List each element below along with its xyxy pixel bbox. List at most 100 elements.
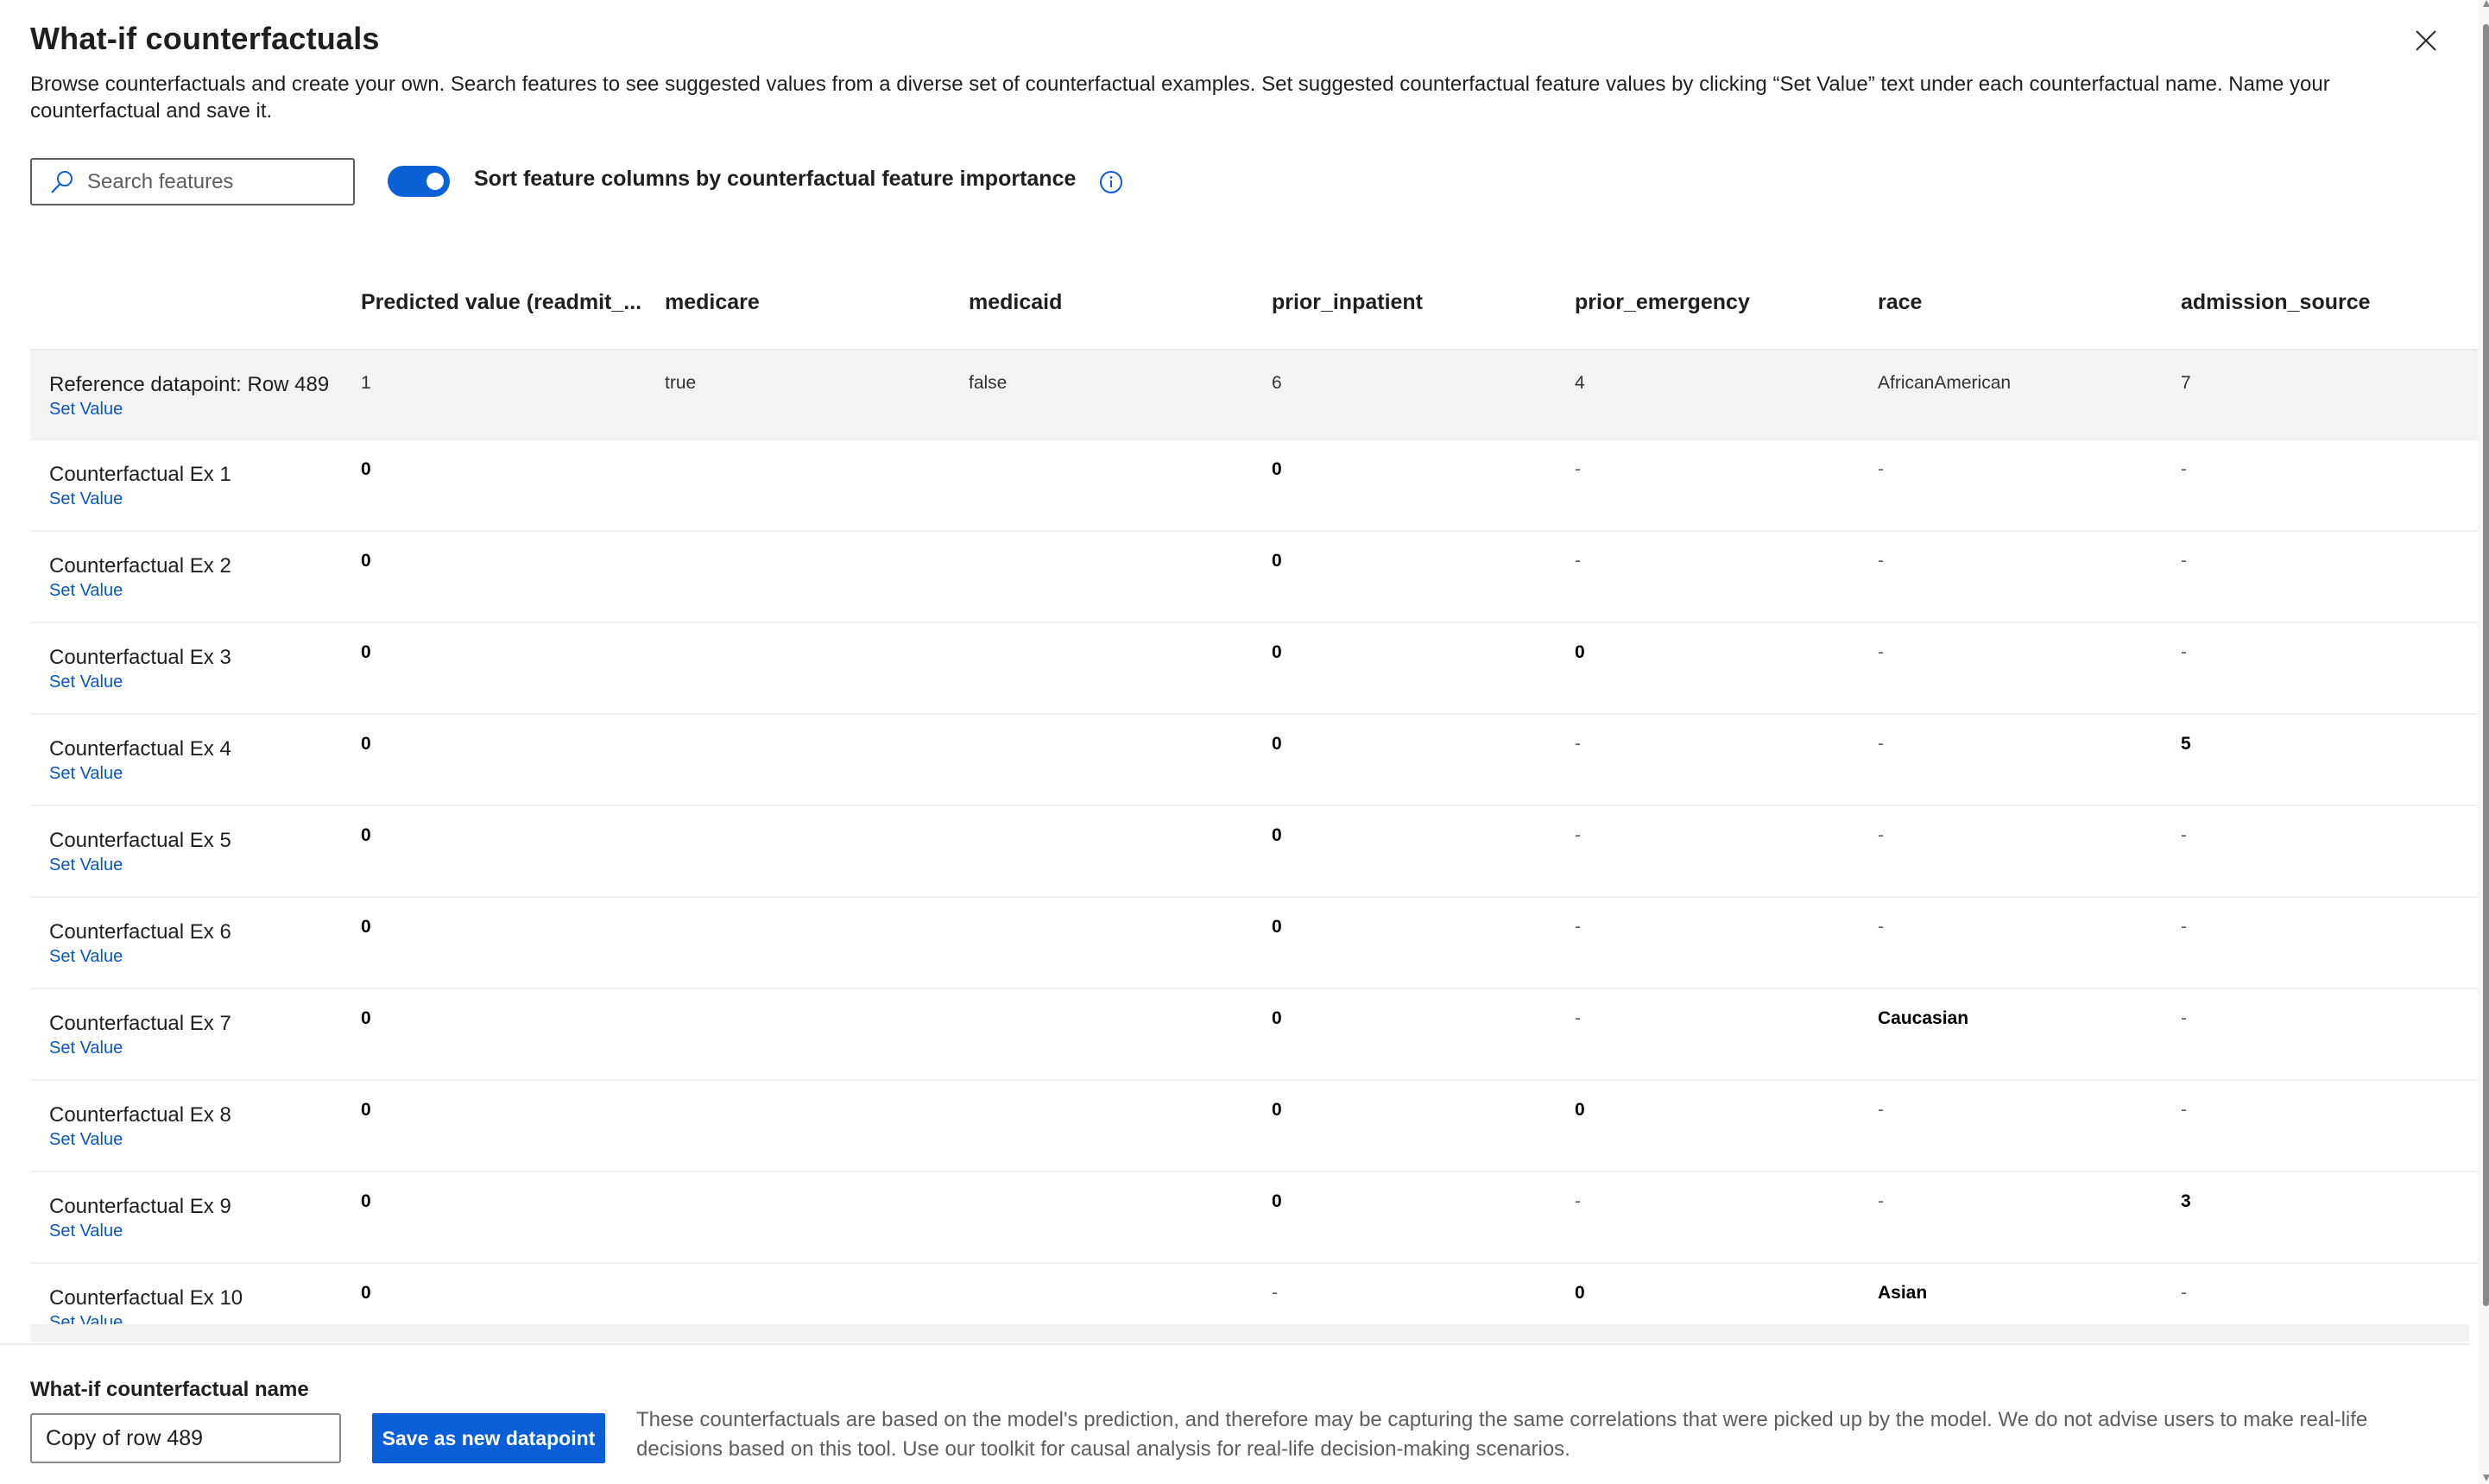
table-cell: 0: [1272, 734, 1282, 754]
sort-by-importance-toggle[interactable]: [388, 166, 450, 197]
counterfactual-row: Counterfactual Ex 8 Set Value 0 0 0 - -: [30, 1079, 2478, 1171]
table-cell: 7: [2181, 373, 2191, 393]
table-cell: 6: [1272, 373, 1282, 393]
set-value-link[interactable]: Set Value: [49, 947, 123, 967]
column-header[interactable]: Predicted value (readmit_...: [361, 290, 641, 315]
table-cell: 0: [361, 1008, 371, 1028]
table-cell: 0: [361, 825, 371, 845]
table-cell: 0: [361, 1283, 371, 1303]
column-header[interactable]: medicare: [665, 290, 760, 315]
row-name: Reference datapoint: Row 489: [49, 373, 330, 396]
set-value-link[interactable]: Set Value: [49, 489, 123, 509]
row-name: Counterfactual Ex 8: [49, 1103, 231, 1127]
reference-row: Reference datapoint: Row 489 Set Value 1 tr…: [30, 349, 2478, 439]
set-value-link[interactable]: Set Value: [49, 1039, 123, 1058]
table-body: Reference datapoint: Row 489 Set Value 1 tr…: [30, 349, 2478, 1354]
table-cell: 0: [361, 642, 371, 662]
table-cell: -: [1878, 825, 1884, 845]
table-cell: 0: [1272, 1191, 1282, 1211]
table-cell: 0: [1272, 1100, 1282, 1120]
column-header[interactable]: race: [1878, 290, 1922, 315]
set-value-link[interactable]: Set Value: [49, 673, 123, 692]
table-cell: 0: [1575, 1100, 1585, 1120]
table-cell: 5: [2181, 734, 2191, 754]
row-name: Counterfactual Ex 9: [49, 1195, 231, 1218]
counterfactual-row: Counterfactual Ex 5 Set Value 0 0 - - -: [30, 805, 2478, 896]
table-cell: -: [1575, 1191, 1581, 1211]
search-icon: [51, 170, 73, 193]
table-cell: 0: [361, 917, 371, 937]
table-cell: -: [1575, 734, 1581, 754]
column-header[interactable]: medicaid: [969, 290, 1062, 315]
counterfactual-row: Counterfactual Ex 3 Set Value 0 0 0 - -: [30, 622, 2478, 713]
search-features-input[interactable]: [85, 168, 348, 195]
sort-toggle-label: Sort feature columns by counterfactual f…: [474, 167, 1077, 191]
table-cell: -: [1878, 917, 1884, 937]
table-cell: -: [1878, 734, 1884, 754]
set-value-link[interactable]: Set Value: [49, 581, 123, 601]
column-header[interactable]: prior_inpatient: [1272, 290, 1423, 315]
row-name: Counterfactual Ex 3: [49, 646, 231, 669]
counterfactual-row: Counterfactual Ex 9 Set Value 0 0 - - 3: [30, 1171, 2478, 1262]
table-cell: -: [1878, 551, 1884, 571]
info-icon[interactable]: [1099, 170, 1123, 194]
table-cell: 0: [361, 1100, 371, 1120]
disclaimer-text: These counterfactuals are based on the m…: [636, 1408, 2368, 1461]
set-value-link[interactable]: Set Value: [49, 764, 123, 784]
scrollbar-thumb[interactable]: [2483, 24, 2489, 1306]
set-value-link[interactable]: Set Value: [49, 1130, 123, 1150]
table-cell: AfricanAmerican: [1878, 373, 2012, 393]
table-cell: -: [2181, 917, 2187, 937]
row-name: Counterfactual Ex 1: [49, 463, 231, 486]
scroll-up-arrow-icon[interactable]: [2483, 0, 2489, 7]
row-name: Counterfactual Ex 2: [49, 554, 231, 578]
what-if-counterfactuals-panel: What-if counterfactuals Browse counterfa…: [0, 0, 2478, 1484]
counterfactual-row: Counterfactual Ex 6 Set Value 0 0 - - -: [30, 896, 2478, 988]
counterfactual-row: Counterfactual Ex 1 Set Value 0 0 - - -: [30, 439, 2478, 530]
table-cell: false: [969, 373, 1008, 393]
table-cell: -: [1575, 825, 1581, 845]
counterfactual-row: Counterfactual Ex 2 Set Value 0 0 - - -: [30, 530, 2478, 622]
table-cell: 4: [1575, 373, 1585, 393]
table-cell: 0: [361, 551, 371, 571]
table-header: Predicted value (readmit_... medicare medi…: [30, 269, 2478, 349]
set-value-link[interactable]: Set Value: [49, 1222, 123, 1241]
table-cell: -: [2181, 1283, 2187, 1303]
counterfactuals-table: Predicted value (readmit_... medicare medi…: [30, 269, 2478, 1354]
panel-title: What-if counterfactuals: [30, 21, 380, 56]
set-value-link[interactable]: Set Value: [49, 400, 123, 420]
table-horizontal-scroll-area[interactable]: [30, 1324, 2469, 1342]
table-cell: -: [1575, 917, 1581, 937]
table-cell: 0: [361, 734, 371, 754]
toggle-knob: [426, 173, 444, 190]
table-cell: 0: [1272, 917, 1282, 937]
table-cell: -: [2181, 642, 2187, 662]
table-cell: -: [1878, 1100, 1884, 1120]
table-cell: 0: [1575, 642, 1585, 662]
table-cell: -: [2181, 459, 2187, 479]
row-name: Counterfactual Ex 6: [49, 920, 231, 944]
table-cell: 0: [1272, 551, 1282, 571]
table-cell: Caucasian: [1878, 1008, 1969, 1028]
save-as-new-datapoint-button[interactable]: Save as new datapoint: [372, 1413, 605, 1463]
table-cell: 0: [1272, 825, 1282, 845]
search-features-box[interactable]: [30, 158, 355, 205]
panel-description: Browse counterfactuals and create your o…: [30, 73, 2330, 123]
column-header[interactable]: admission_source: [2181, 290, 2371, 315]
table-cell: -: [2181, 551, 2187, 571]
table-cell: 0: [361, 459, 371, 479]
counterfactual-row: Counterfactual Ex 7 Set Value 0 0 - Caucasian…: [30, 988, 2478, 1079]
scroll-down-arrow-icon[interactable]: [2483, 1475, 2489, 1481]
close-button[interactable]: [2415, 29, 2437, 52]
table-cell: -: [1575, 551, 1581, 571]
set-value-link[interactable]: Set Value: [49, 856, 123, 875]
column-header[interactable]: prior_emergency: [1575, 290, 1750, 315]
counterfactual-name-input[interactable]: [30, 1413, 341, 1463]
table-cell: -: [2181, 1008, 2187, 1028]
table-cell: -: [1878, 1191, 1884, 1211]
table-cell: 0: [1272, 459, 1282, 479]
row-name: Counterfactual Ex 10: [49, 1286, 243, 1310]
footer-divider: [0, 1343, 2469, 1345]
table-cell: -: [1878, 642, 1884, 662]
table-cell: -: [2181, 825, 2187, 845]
